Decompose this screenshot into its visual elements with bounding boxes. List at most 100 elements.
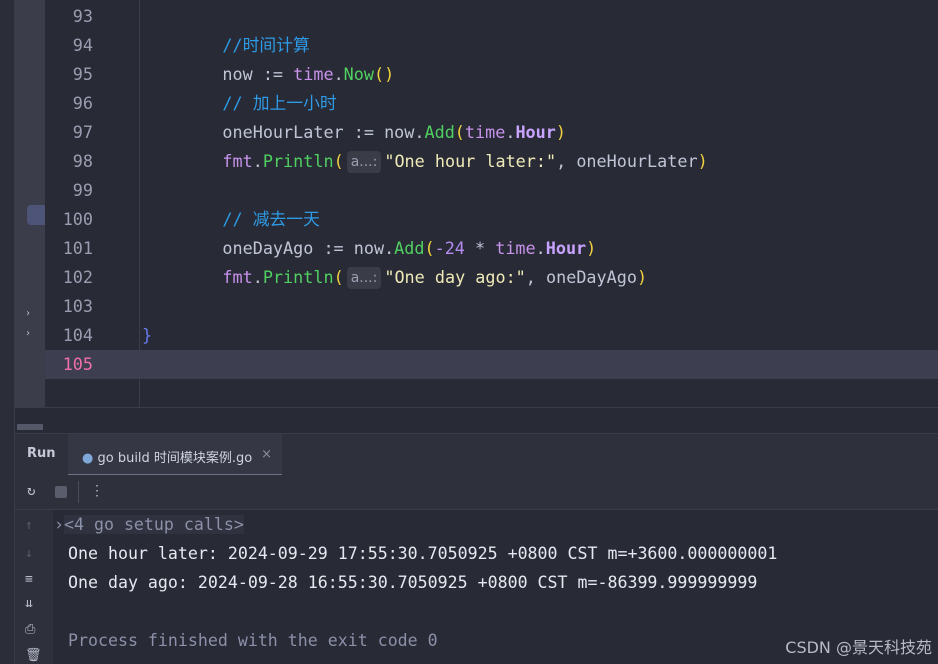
code-line[interactable]: 104}: [45, 321, 938, 350]
scrollbar-thumb[interactable]: [17, 424, 43, 430]
code-token: .: [535, 238, 546, 258]
run-panel-title: Run: [27, 446, 56, 461]
print-icon[interactable]: ⎙: [25, 622, 35, 637]
tab-label: go build 时间模块案例.go: [97, 451, 253, 466]
line-number: 104: [62, 325, 93, 345]
code-editor[interactable]: 93 94 //时间计算 95 now := time.Now() 96 // 加上一…: [45, 0, 938, 407]
line-number: 93: [72, 6, 93, 26]
parameter-hint: a...:: [346, 151, 382, 173]
code-token: Now: [343, 64, 374, 84]
parameter-hint: a...:: [346, 267, 382, 289]
code-token: time: [495, 238, 536, 258]
code-token: ): [555, 122, 566, 142]
code-line[interactable]: 97 oneHourLater := now.Add(time.Hour): [45, 118, 938, 147]
code-token: //时间计算: [222, 35, 310, 55]
code-text: }: [142, 321, 152, 350]
code-line[interactable]: 98 fmt.Println(a...: "One hour later:", o…: [45, 147, 938, 176]
code-token: }: [142, 325, 153, 345]
code-line[interactable]: 99: [45, 176, 938, 205]
line-number: 100: [62, 209, 93, 229]
code-token: (: [333, 151, 344, 171]
code-text: fmt.Println(a...: "One day ago:", oneDayA…: [182, 263, 647, 292]
line-number: 103: [62, 296, 93, 316]
code-text: oneHourLater := now.Add(time.Hour): [182, 118, 566, 147]
code-token: ): [636, 267, 648, 287]
console-tools: ↑ ↓ ≡ ⇊ ⎙ 🗑: [15, 510, 53, 664]
code-token: , oneDayAgo: [525, 267, 637, 287]
code-line[interactable]: 94 //时间计算: [45, 31, 938, 60]
arrow-up-icon[interactable]: ↑: [25, 518, 33, 533]
structure-sidebar: › ›: [15, 0, 45, 430]
code-token: -24: [434, 238, 465, 258]
line-number: 101: [62, 238, 93, 258]
code-token: fmt: [222, 151, 253, 171]
rerun-icon[interactable]: ↻: [27, 483, 35, 499]
code-line[interactable]: 102 fmt.Println(a...: "One day ago:", one…: [45, 263, 938, 292]
code-token: *: [464, 238, 496, 258]
expand-chevron-icon[interactable]: ›: [25, 328, 31, 339]
code-line[interactable]: 96 // 加上一小时: [45, 89, 938, 118]
code-token: time: [293, 64, 334, 84]
code-token: Hour: [515, 122, 556, 142]
scroll-to-end-icon[interactable]: ⇊: [25, 596, 33, 611]
code-token: Println: [262, 151, 334, 171]
code-token: oneHourLater := now.: [182, 122, 425, 142]
line-number: 94: [72, 35, 93, 55]
code-token: // 减去一天: [222, 209, 320, 229]
expand-chevron-icon[interactable]: ›: [25, 308, 31, 319]
code-text: // 加上一小时: [182, 89, 337, 118]
code-token: time: [464, 122, 506, 142]
soft-wrap-icon[interactable]: ≡: [25, 572, 33, 587]
watermark: CSDN @景天科技苑: [785, 638, 932, 657]
code-token: ): [697, 151, 708, 171]
run-toolbar: ↻ ⋮: [15, 475, 938, 510]
stop-icon[interactable]: [55, 486, 67, 498]
code-token: .: [505, 122, 516, 142]
code-text: now := time.Now(): [182, 60, 394, 89]
code-text: fmt.Println(a...: "One hour later:", oneH…: [182, 147, 708, 176]
setup-calls-fold[interactable]: ›<4 go setup calls>: [54, 510, 244, 539]
code-line[interactable]: 100 // 减去一天: [45, 205, 938, 234]
code-line[interactable]: 103: [45, 292, 938, 321]
code-line[interactable]: 95 now := time.Now(): [45, 60, 938, 89]
code-line[interactable]: 93: [45, 2, 938, 31]
line-number: 95: [72, 64, 93, 84]
code-text: oneDayAgo := now.Add(-24 * time.Hour): [182, 234, 596, 263]
arrow-down-icon[interactable]: ↓: [25, 546, 33, 561]
line-number: 105: [62, 354, 93, 374]
code-token: Add: [394, 238, 425, 258]
exit-message: Process finished with the exit code 0: [68, 631, 438, 650]
code-token: ): [586, 238, 597, 258]
left-tool-strip: [0, 0, 15, 664]
code-token: fmt: [222, 267, 253, 287]
code-token: .: [333, 64, 344, 84]
trash-icon[interactable]: 🗑: [25, 648, 42, 663]
code-token: // 加上一小时: [222, 93, 337, 113]
code-line[interactable]: 101 oneDayAgo := now.Add(-24 * time.Hour…: [45, 234, 938, 263]
code-token: oneDayAgo := now.: [182, 238, 395, 258]
code-token: "One hour later:": [384, 151, 557, 171]
line-number: 99: [72, 180, 93, 200]
toolbar-divider: [78, 481, 79, 503]
code-token: (: [454, 122, 465, 142]
horizontal-scrollbar[interactable]: [15, 407, 938, 433]
code-token: (: [424, 238, 435, 258]
code-token: (): [373, 64, 395, 84]
line-number: 102: [62, 267, 93, 287]
gopher-run-icon: ●: [82, 451, 94, 466]
code-token: "One day ago:": [384, 267, 526, 287]
code-token: .: [252, 267, 263, 287]
tab-go-build[interactable]: ● go build 时间模块案例.go ×: [68, 434, 282, 476]
code-line[interactable]: 105: [45, 350, 938, 379]
code-token: (: [333, 267, 344, 287]
close-icon[interactable]: ×: [261, 447, 272, 462]
run-tab-bar: Run ● go build 时间模块案例.go ×: [15, 433, 938, 476]
code-text: // 减去一天: [182, 205, 320, 234]
code-token: , oneHourLater: [556, 151, 698, 171]
more-options-icon[interactable]: ⋮: [90, 483, 104, 499]
